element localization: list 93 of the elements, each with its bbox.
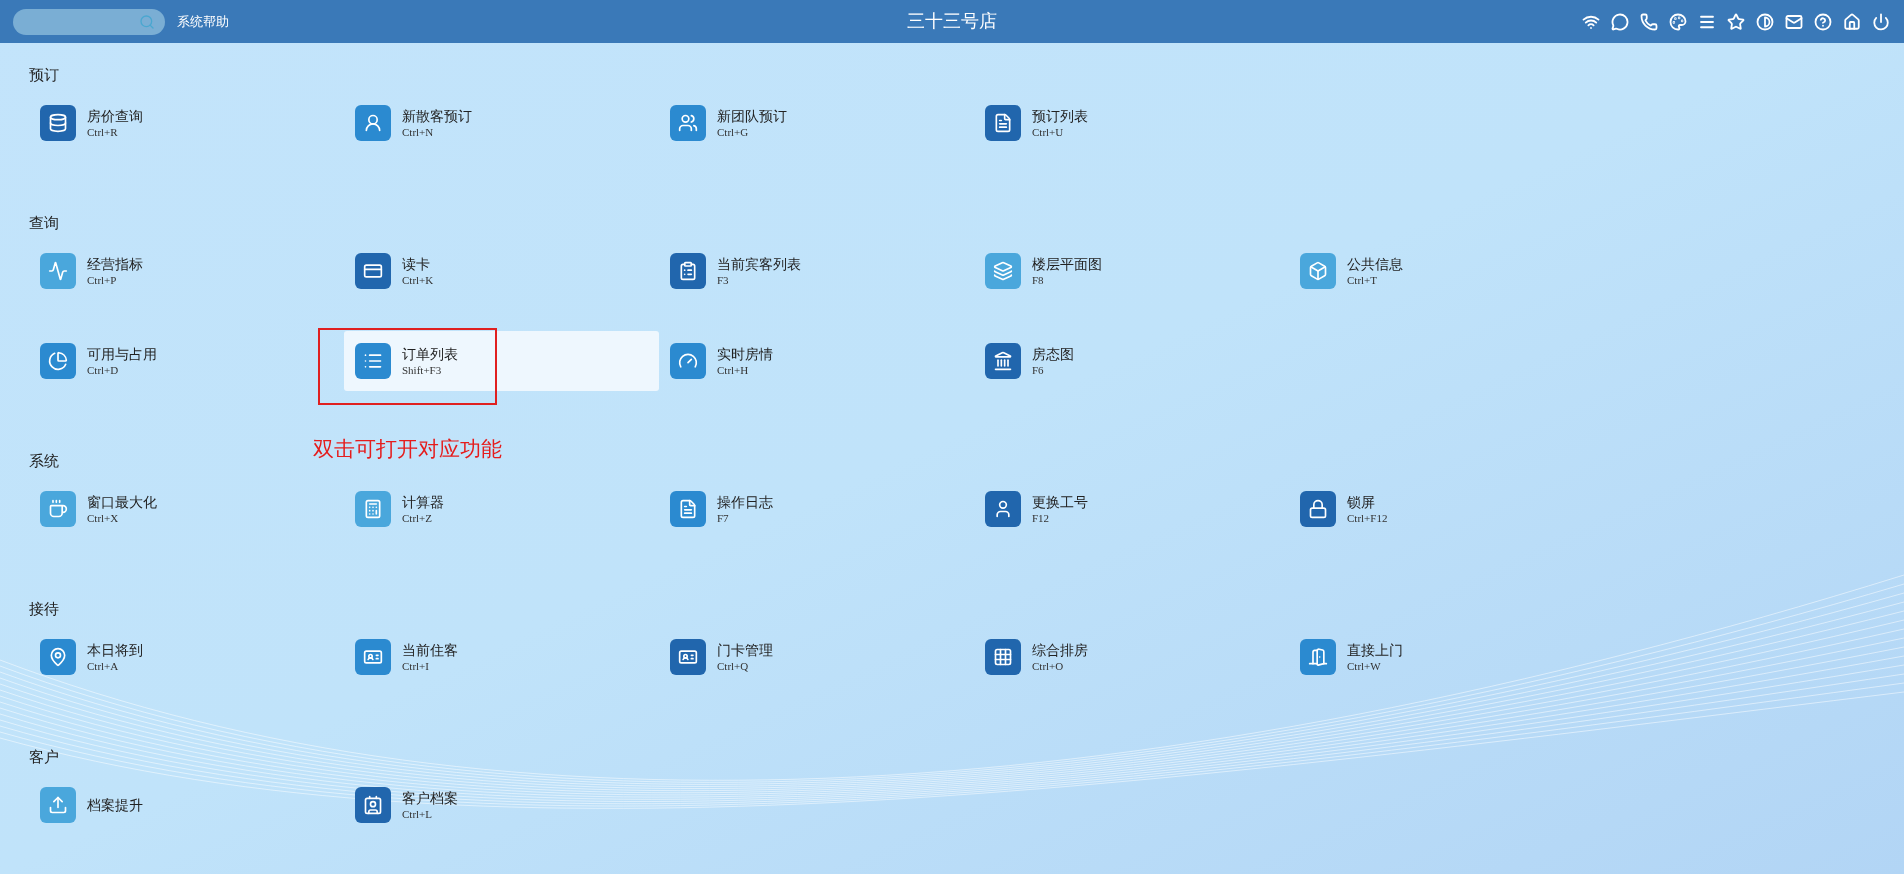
section-title: 接待 (29, 600, 60, 618)
shortcut-text: F6 (1032, 363, 1045, 377)
function-tile[interactable]: 楼层平面图 F8 (974, 241, 1289, 301)
shortcut-text: Ctrl+K (402, 273, 434, 287)
section-title: 系统 (29, 452, 60, 470)
star-icon[interactable] (1727, 12, 1745, 31)
palette-icon[interactable] (1669, 12, 1687, 31)
shortcut-text: Ctrl+X (87, 511, 120, 525)
contrast-icon[interactable] (1756, 12, 1774, 31)
shortcut-text: Ctrl+P (87, 273, 118, 287)
shortcut-text: Ctrl+D (87, 363, 120, 377)
function-label: 经营指标 (87, 255, 143, 273)
home-icon[interactable] (1843, 12, 1861, 31)
function-label: 更换工号 (1032, 493, 1088, 511)
section-title: 预订 (29, 66, 60, 84)
function-label: 房态图 (1032, 345, 1074, 363)
function-label: 当前宾客列表 (717, 255, 801, 273)
function-tile[interactable]: 预订列表 Ctrl+U (974, 93, 1289, 153)
help-icon[interactable] (1814, 12, 1832, 31)
function-tile[interactable]: 档案提升 (29, 775, 344, 835)
annotation-text: 双击可打开对应功能 (313, 436, 502, 463)
function-label: 综合排房 (1032, 641, 1088, 659)
function-label: 当前住客 (402, 641, 458, 659)
function-label: 新散客预订 (402, 107, 472, 125)
shortcut-text: Ctrl+R (87, 125, 119, 139)
search-icon (139, 13, 155, 30)
function-tile[interactable]: 读卡 Ctrl+K (344, 241, 659, 301)
function-label: 读卡 (402, 255, 431, 273)
function-tile[interactable]: 更换工号 F12 (974, 479, 1289, 539)
function-label: 锁屏 (1347, 493, 1376, 511)
function-tile[interactable]: 客户档案 Ctrl+L (344, 775, 659, 835)
function-label: 订单列表 (402, 345, 458, 363)
shortcut-text: Ctrl+I (402, 659, 430, 673)
help-link[interactable]: 系统帮助 (177, 11, 229, 32)
function-label: 公共信息 (1347, 255, 1403, 273)
function-tile[interactable]: 本日将到 Ctrl+A (29, 627, 344, 687)
function-tile[interactable]: 直接上门 Ctrl+W (1289, 627, 1604, 687)
function-tile[interactable]: 操作日志 F7 (659, 479, 974, 539)
function-tile[interactable]: 窗口最大化 Ctrl+X (29, 479, 344, 539)
function-tile[interactable]: 门卡管理 Ctrl+Q (659, 627, 974, 687)
function-tile[interactable]: 计算器 Ctrl+Z (344, 479, 659, 539)
shortcut-text: F7 (717, 511, 730, 525)
mail-icon[interactable] (1785, 12, 1803, 31)
function-tile[interactable]: 公共信息 Ctrl+T (1289, 241, 1604, 301)
shortcut-text: Ctrl+H (717, 363, 750, 377)
shortcut-text: Ctrl+T (1347, 273, 1379, 287)
function-tile[interactable]: 经营指标 Ctrl+P (29, 241, 344, 301)
phone-icon[interactable] (1640, 12, 1658, 31)
function-label: 新团队预订 (717, 107, 787, 125)
function-tile[interactable]: 房态图 F6 (974, 331, 1289, 391)
shortcut-text: F12 (1032, 511, 1051, 525)
function-tile[interactable]: 新团队预订 Ctrl+G (659, 93, 974, 153)
function-tile[interactable]: 可用与占用 Ctrl+D (29, 331, 344, 391)
function-label: 窗口最大化 (87, 493, 157, 511)
function-tile[interactable]: 房价查询 Ctrl+R (29, 93, 344, 153)
function-label: 档案提升 (87, 796, 143, 814)
shortcut-text: Ctrl+Q (717, 659, 750, 673)
shortcut-text: Shift+F3 (402, 363, 443, 377)
function-tile[interactable]: 新散客预订 Ctrl+N (344, 93, 659, 153)
shortcut-text: Ctrl+L (402, 807, 434, 821)
function-label: 操作日志 (717, 493, 773, 511)
function-label: 本日将到 (87, 641, 143, 659)
function-label: 客户档案 (402, 789, 458, 807)
function-label: 楼层平面图 (1032, 255, 1102, 273)
shortcut-text: Ctrl+F12 (1347, 511, 1388, 525)
shortcut-text: Ctrl+G (717, 125, 750, 139)
shortcut-text: Ctrl+O (1032, 659, 1065, 673)
function-label: 实时房情 (717, 345, 773, 363)
shortcut-text: Ctrl+U (1032, 125, 1065, 139)
function-tile[interactable]: 锁屏 Ctrl+F12 (1289, 479, 1604, 539)
shortcut-text: Ctrl+Z (402, 511, 434, 525)
window-title: 三十三号店 (907, 10, 997, 33)
function-label: 可用与占用 (87, 345, 157, 363)
function-tile[interactable]: 综合排房 Ctrl+O (974, 627, 1289, 687)
function-label: 计算器 (402, 493, 444, 511)
function-tile[interactable]: 订单列表 Shift+F3 (344, 331, 659, 391)
shortcut-text: F3 (717, 273, 730, 287)
shortcut-text: F8 (1032, 273, 1045, 287)
function-tile[interactable]: 实时房情 Ctrl+H (659, 331, 974, 391)
function-label: 房价查询 (87, 107, 143, 125)
section-title: 客户 (29, 748, 60, 766)
function-tile[interactable]: 当前宾客列表 F3 (659, 241, 974, 301)
power-icon[interactable] (1872, 12, 1890, 31)
shortcut-text: Ctrl+W (1347, 659, 1382, 673)
shortcut-text: Ctrl+N (402, 125, 435, 139)
chat-bubble-icon[interactable] (1611, 12, 1629, 31)
function-tile[interactable]: 当前住客 Ctrl+I (344, 627, 659, 687)
search-field[interactable] (13, 8, 165, 35)
function-label: 门卡管理 (717, 641, 773, 659)
function-label: 预订列表 (1032, 107, 1088, 125)
shortcut-text: Ctrl+A (87, 659, 120, 673)
section-title: 查询 (29, 214, 60, 232)
function-label: 直接上门 (1347, 641, 1403, 659)
